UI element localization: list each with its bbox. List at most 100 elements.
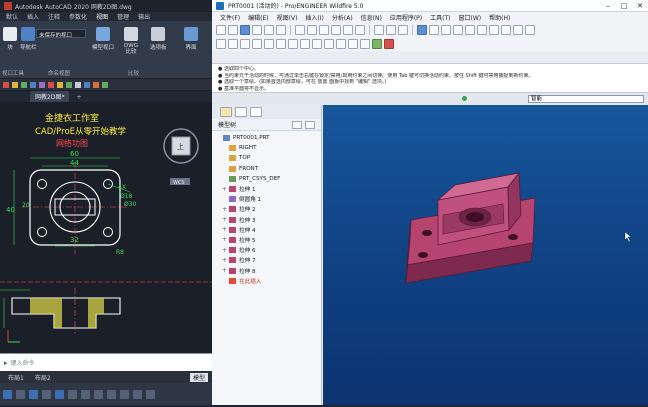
expand-toggle-icon[interactable]: + [222,226,229,233]
viewport-combo[interactable]: 未保存的视口 [36,29,86,38]
model-tree-item[interactable]: TOP [216,153,321,163]
menu-info[interactable]: 信息(N) [361,13,382,22]
fullscreen-icon[interactable] [133,389,142,399]
zoom-out-icon[interactable] [453,25,463,35]
maximize-icon[interactable]: □ [616,0,632,12]
ribbon-tab-annotate[interactable]: 注释 [48,12,60,21]
otrack-toggle-icon[interactable] [68,389,77,399]
close-icon[interactable]: ✕ [632,0,648,12]
toolbar-icon[interactable] [93,81,99,88]
favorites-tab-icon[interactable] [250,107,262,117]
sketch-text-icon[interactable] [300,39,310,49]
layout-tab-1[interactable]: 布局1 [4,373,28,382]
ribbon-tab-manage[interactable]: 管理 [117,12,129,21]
file-tab[interactable]: 网教2D图* [30,91,70,102]
toolbar-icon[interactable] [12,81,18,88]
undo-icon[interactable] [295,25,305,35]
sketch-modify-icon[interactable] [324,39,334,49]
toolbar-icon[interactable] [3,81,9,88]
model-tree-item[interactable]: + 拉伸 1 [216,184,321,194]
sketch-trim-icon[interactable] [348,39,358,49]
accept-icon[interactable] [372,39,382,49]
model-tree-item[interactable]: + 拉伸 6 [216,245,321,255]
model-tree-tab-icon[interactable] [220,107,232,117]
copy-icon[interactable] [331,25,341,35]
expand-toggle-icon[interactable]: + [222,186,229,193]
folder-browser-tab-icon[interactable] [235,107,247,117]
expand-toggle-icon[interactable]: + [222,206,229,213]
menu-view[interactable]: 视图(V) [277,13,298,22]
model-tree-item[interactable]: PRT0001.PRT [216,133,321,143]
model-space-tab[interactable]: 模型 [189,372,208,382]
model-tree-item[interactable]: FRONT [216,164,321,174]
model-tree-item[interactable]: 在此插入 [216,276,321,286]
paste-icon[interactable] [343,25,353,35]
sketch-point-icon[interactable] [288,39,298,49]
isolate-icon[interactable] [120,389,129,399]
toolbar-icon[interactable] [102,81,108,88]
toolbar-icon[interactable] [84,81,90,88]
paste-special-icon[interactable] [355,25,365,35]
menu-edit[interactable]: 编辑(E) [248,13,268,22]
redo-icon[interactable] [307,25,317,35]
plus-icon[interactable] [107,389,116,399]
toolbar-icon[interactable] [57,81,63,88]
expand-toggle-icon[interactable]: + [222,236,229,243]
drawing-canvas[interactable]: 金捷衣工作室 CAD/ProE从零开始教学 网络功图 上 WCS 60 44 3… [0,102,212,353]
sketch-line-icon[interactable] [216,39,226,49]
model-viewport-button[interactable]: 模型视口 [92,27,114,51]
customize-menu-icon[interactable] [146,389,155,399]
toolbar-icon[interactable] [30,81,36,88]
wireframe-icon[interactable] [501,25,511,35]
command-line[interactable]: ▸ 键入命令 [0,353,212,371]
toolbar-icon[interactable] [75,81,81,88]
repaint-icon[interactable] [489,25,499,35]
datum-axis-icon[interactable] [429,25,439,35]
nav-bar-button[interactable]: 导航栏 [20,27,37,51]
model-tree-item[interactable]: PRT_CSYS_DEF [216,174,321,184]
menu-tools[interactable]: 工具(T) [430,13,450,22]
graphics-window[interactable] [323,105,648,405]
interface-button[interactable]: 界面 [184,27,198,51]
cut-icon[interactable] [319,25,329,35]
datum-plane-icon[interactable] [417,25,427,35]
minimize-icon[interactable]: – [600,0,616,12]
model-tree-item[interactable]: + 拉伸 8 [216,265,321,275]
expand-toggle-icon[interactable]: + [222,257,229,264]
print-icon[interactable] [252,25,262,35]
toolbar-icon[interactable] [21,81,27,88]
display-style-icon[interactable] [374,25,384,35]
dwg-compare-button[interactable]: DWG 比较 [124,27,138,55]
menu-applications[interactable]: 应用程序(P) [390,13,422,22]
layout-tab-2[interactable]: 布局2 [31,373,55,382]
sketch-spline-icon[interactable] [276,39,286,49]
ribbon-tab-parametric[interactable]: 参数化 [69,12,87,21]
open-file-icon[interactable] [228,25,238,35]
sketch-dimension-icon[interactable] [312,39,322,49]
model-tree-item[interactable]: 倒圆角 1 [216,194,321,204]
selection-filter[interactable]: 智能 [528,95,644,103]
ortho-toggle-icon[interactable] [29,389,38,399]
model-tree-item[interactable]: + 拉伸 4 [216,225,321,235]
new-tab-button[interactable]: + [71,93,86,102]
annotation-scale-icon[interactable] [81,389,90,399]
menu-insert[interactable]: 插入(I) [305,13,323,22]
menu-window[interactable]: 窗口(W) [459,13,482,22]
osnap-toggle-icon[interactable] [55,389,64,399]
menu-file[interactable]: 文件(F) [220,13,240,22]
polar-toggle-icon[interactable] [42,389,51,399]
tree-settings-icon[interactable] [292,120,302,129]
tree-show-icon[interactable] [305,120,315,129]
model-tree-item[interactable]: + 拉伸 3 [216,215,321,225]
model-tree-item[interactable]: + 拉伸 2 [216,204,321,214]
shading-icon[interactable] [525,25,535,35]
reorient-icon[interactable] [477,25,487,35]
new-file-icon[interactable] [216,25,226,35]
ribbon-tab-output[interactable]: 输出 [138,12,150,21]
ribbon-tab-view[interactable]: 视图 [96,12,108,21]
cancel-icon[interactable] [384,39,394,49]
menu-analysis[interactable]: 分析(A) [332,13,353,22]
sketch-circle-icon[interactable] [240,39,250,49]
toolbar-icon[interactable] [66,81,72,88]
sketch-rect-icon[interactable] [228,39,238,49]
